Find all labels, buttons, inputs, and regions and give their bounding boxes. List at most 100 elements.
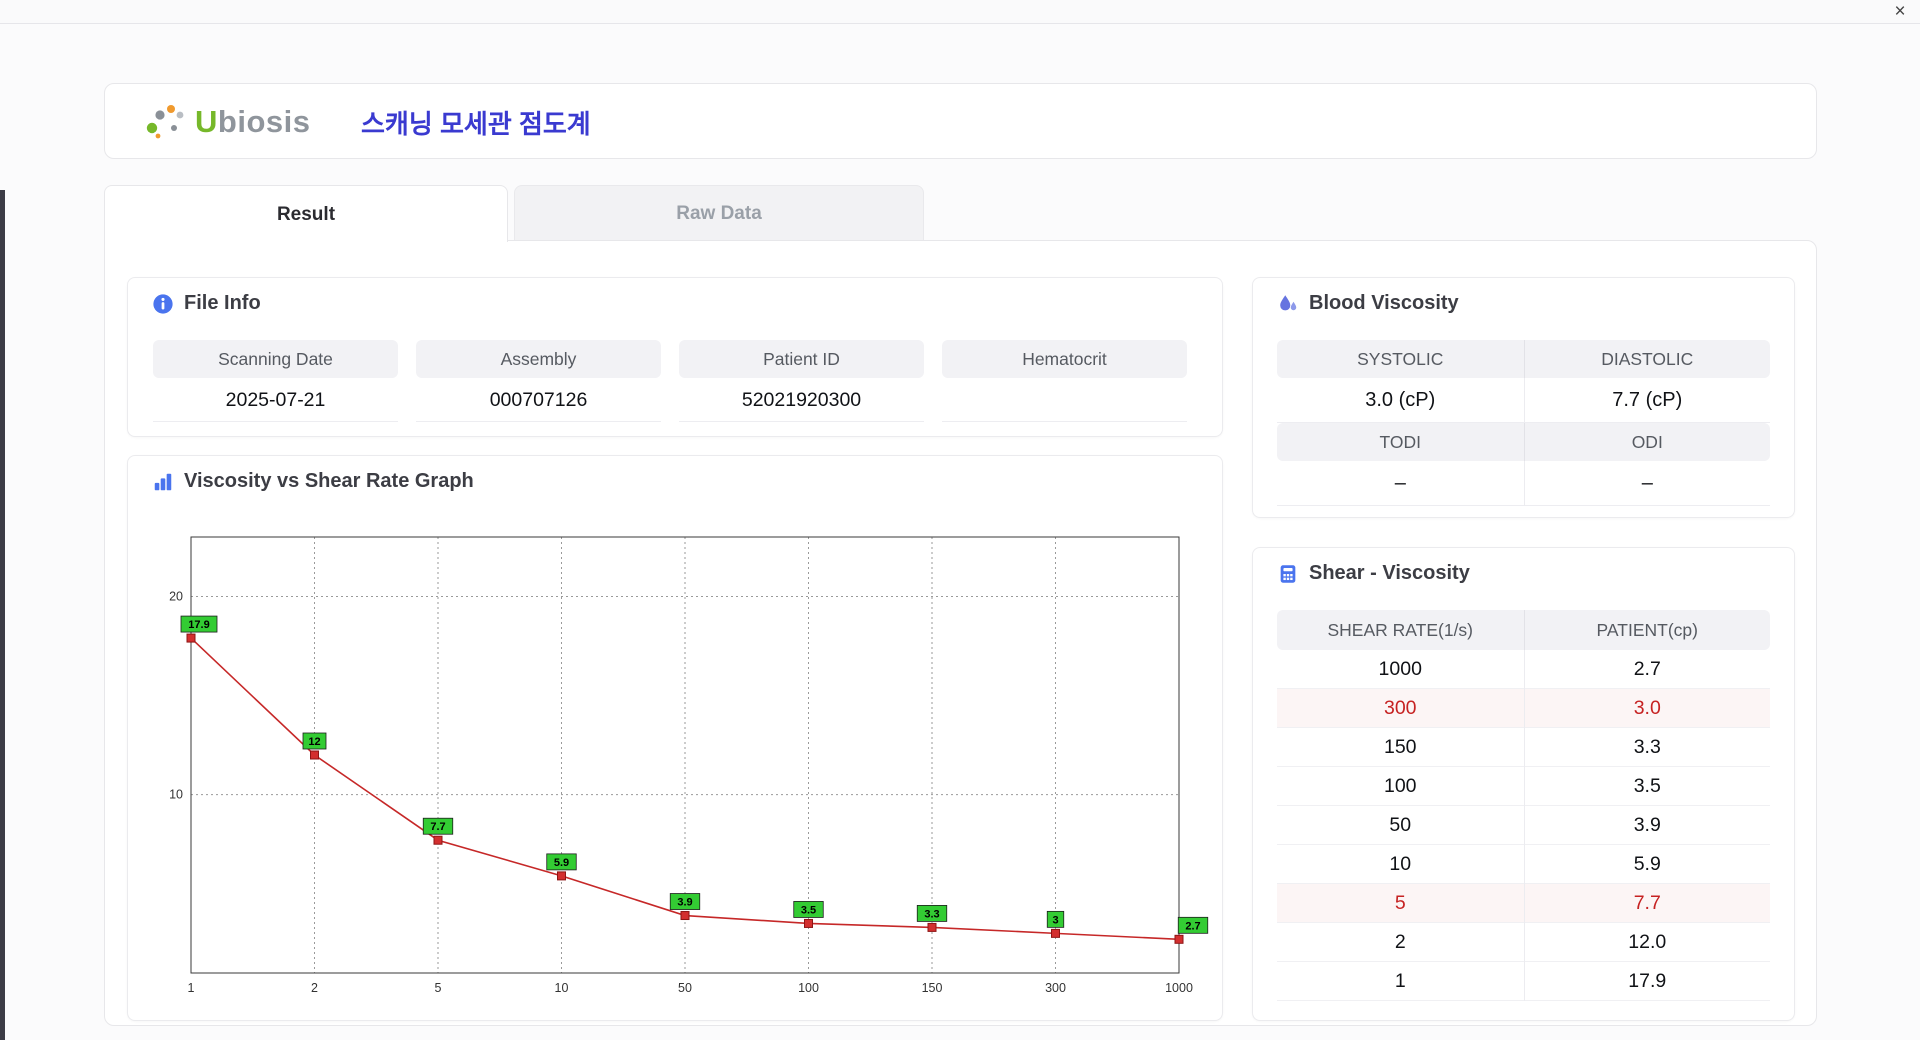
field-value: 000707126 [416,378,661,422]
droplets-icon [1277,293,1299,315]
blood-viscosity-header: Blood Viscosity [1277,292,1459,315]
shear-rate-value: 300 [1277,689,1524,728]
systolic-value: 3.0 (cP) [1277,378,1524,423]
graph-title: Viscosity vs Shear Rate Graph [184,470,474,493]
patient-viscosity-value: 12.0 [1524,923,1771,962]
shear-viscosity-row: 105.9 [1277,845,1770,884]
viscosity-chart: 10201251050100150300100017.9127.75.93.93… [144,524,1220,1004]
shear-viscosity-row: 57.7 [1277,884,1770,923]
todi-value: – [1277,461,1524,506]
field-patient-id: Patient ID 52021920300 [679,340,924,422]
patient-viscosity-value: 7.7 [1524,884,1771,923]
shear-rate-value: 1000 [1277,650,1524,689]
tab-result[interactable]: Result [104,185,508,242]
patient-viscosity-value: 3.9 [1524,806,1771,845]
shear-rate-value: 1 [1277,962,1524,1001]
shear-rate-value: 150 [1277,728,1524,767]
svg-text:7.7: 7.7 [430,821,445,833]
svg-text:10: 10 [555,981,569,995]
svg-text:300: 300 [1045,981,1066,995]
page-title: 스캐닝 모세관 점도계 [361,84,591,160]
shear-rate-value: 5 [1277,884,1524,923]
shear-viscosity-row: 503.9 [1277,806,1770,845]
graph-header: Viscosity vs Shear Rate Graph [152,470,474,493]
systolic-label: SYSTOLIC [1277,340,1524,378]
col-shear-rate: SHEAR RATE(1/s) [1277,610,1524,650]
svg-text:1000: 1000 [1165,981,1193,995]
logo-dots-icon [143,101,189,143]
svg-text:2.7: 2.7 [1185,920,1200,932]
odi-value: – [1524,461,1771,506]
blood-viscosity-table: SYSTOLIC DIASTOLIC 3.0 (cP) 7.7 (cP) TOD… [1277,340,1770,506]
field-label: Hematocrit [942,340,1187,378]
patient-viscosity-value: 5.9 [1524,845,1771,884]
field-value [942,378,1187,422]
shear-viscosity-table: SHEAR RATE(1/s) PATIENT(cp) 10002.73003.… [1277,610,1770,1001]
svg-text:3.3: 3.3 [924,908,939,920]
patient-viscosity-value: 3.5 [1524,767,1771,806]
shear-viscosity-row: 3003.0 [1277,689,1770,728]
svg-text:5: 5 [435,981,442,995]
blood-viscosity-card: Blood Viscosity SYSTOLIC DIASTOLIC 3.0 (… [1252,277,1795,518]
desktop-edge [0,190,5,1040]
shear-viscosity-row: 212.0 [1277,923,1770,962]
diastolic-value: 7.7 (cP) [1524,378,1771,423]
titlebar: × [0,0,1920,24]
svg-text:3.5: 3.5 [801,904,816,916]
svg-text:3: 3 [1052,914,1058,926]
shear-rate-value: 100 [1277,767,1524,806]
file-info-fields: Scanning Date 2025-07-21 Assembly 000707… [153,340,1187,422]
shear-viscosity-row: 10002.7 [1277,650,1770,689]
svg-text:100: 100 [798,981,819,995]
svg-text:150: 150 [922,981,943,995]
bar-chart-icon [152,471,174,493]
file-info-title: File Info [184,292,261,315]
header-card: Ubiosis 스캐닝 모세관 점도계 [104,83,1817,159]
svg-text:50: 50 [678,981,692,995]
ubiosis-logo: Ubiosis [143,84,310,160]
blood-viscosity-title: Blood Viscosity [1309,292,1459,315]
patient-viscosity-value: 3.3 [1524,728,1771,767]
field-hematocrit: Hematocrit [942,340,1187,422]
diastolic-label: DIASTOLIC [1524,340,1771,378]
shear-rate-value: 10 [1277,845,1524,884]
field-value: 2025-07-21 [153,378,398,422]
todi-label: TODI [1277,423,1524,461]
bv-value-row: 3.0 (cP) 7.7 (cP) [1277,378,1770,423]
bv-label-row: TODI ODI [1277,423,1770,461]
field-label: Scanning Date [153,340,398,378]
shear-rate-value: 50 [1277,806,1524,845]
bv-label-row: SYSTOLIC DIASTOLIC [1277,340,1770,378]
shear-viscosity-table-head: SHEAR RATE(1/s) PATIENT(cp) [1277,610,1770,650]
logo-text: Ubiosis [195,104,310,140]
odi-label: ODI [1524,423,1771,461]
field-scanning-date: Scanning Date 2025-07-21 [153,340,398,422]
svg-text:2: 2 [311,981,318,995]
shear-viscosity-card: Shear - Viscosity SHEAR RATE(1/s) PATIEN… [1252,547,1795,1021]
patient-viscosity-value: 2.7 [1524,650,1771,689]
viscosity-graph-card: Viscosity vs Shear Rate Graph 1020125105… [127,455,1223,1021]
shear-viscosity-row: 1503.3 [1277,728,1770,767]
field-label: Assembly [416,340,661,378]
shear-viscosity-row: 1003.5 [1277,767,1770,806]
svg-text:17.9: 17.9 [188,619,209,631]
app-window: × Ubiosis 스캐닝 모세관 점도계 Result Raw Data [0,0,1920,1040]
svg-text:5.9: 5.9 [554,857,569,869]
patient-viscosity-value: 17.9 [1524,962,1771,1001]
svg-text:20: 20 [169,589,183,603]
shear-viscosity-title: Shear - Viscosity [1309,562,1470,585]
close-icon[interactable]: × [1888,1,1912,23]
col-patient: PATIENT(cp) [1524,610,1771,650]
file-info-card: File Info Scanning Date 2025-07-21 Assem… [127,277,1223,437]
svg-text:10: 10 [169,788,183,802]
tab-raw-data[interactable]: Raw Data [514,185,924,240]
calculator-icon [1277,563,1299,585]
svg-text:12: 12 [308,736,320,748]
field-value: 52021920300 [679,378,924,422]
field-label: Patient ID [679,340,924,378]
shear-viscosity-row: 117.9 [1277,962,1770,1001]
bv-value-row: – – [1277,461,1770,506]
svg-text:1: 1 [188,981,195,995]
shear-viscosity-table-body: 10002.73003.01503.31003.5503.9105.957.72… [1277,650,1770,1001]
result-panel: File Info Scanning Date 2025-07-21 Assem… [104,240,1817,1026]
